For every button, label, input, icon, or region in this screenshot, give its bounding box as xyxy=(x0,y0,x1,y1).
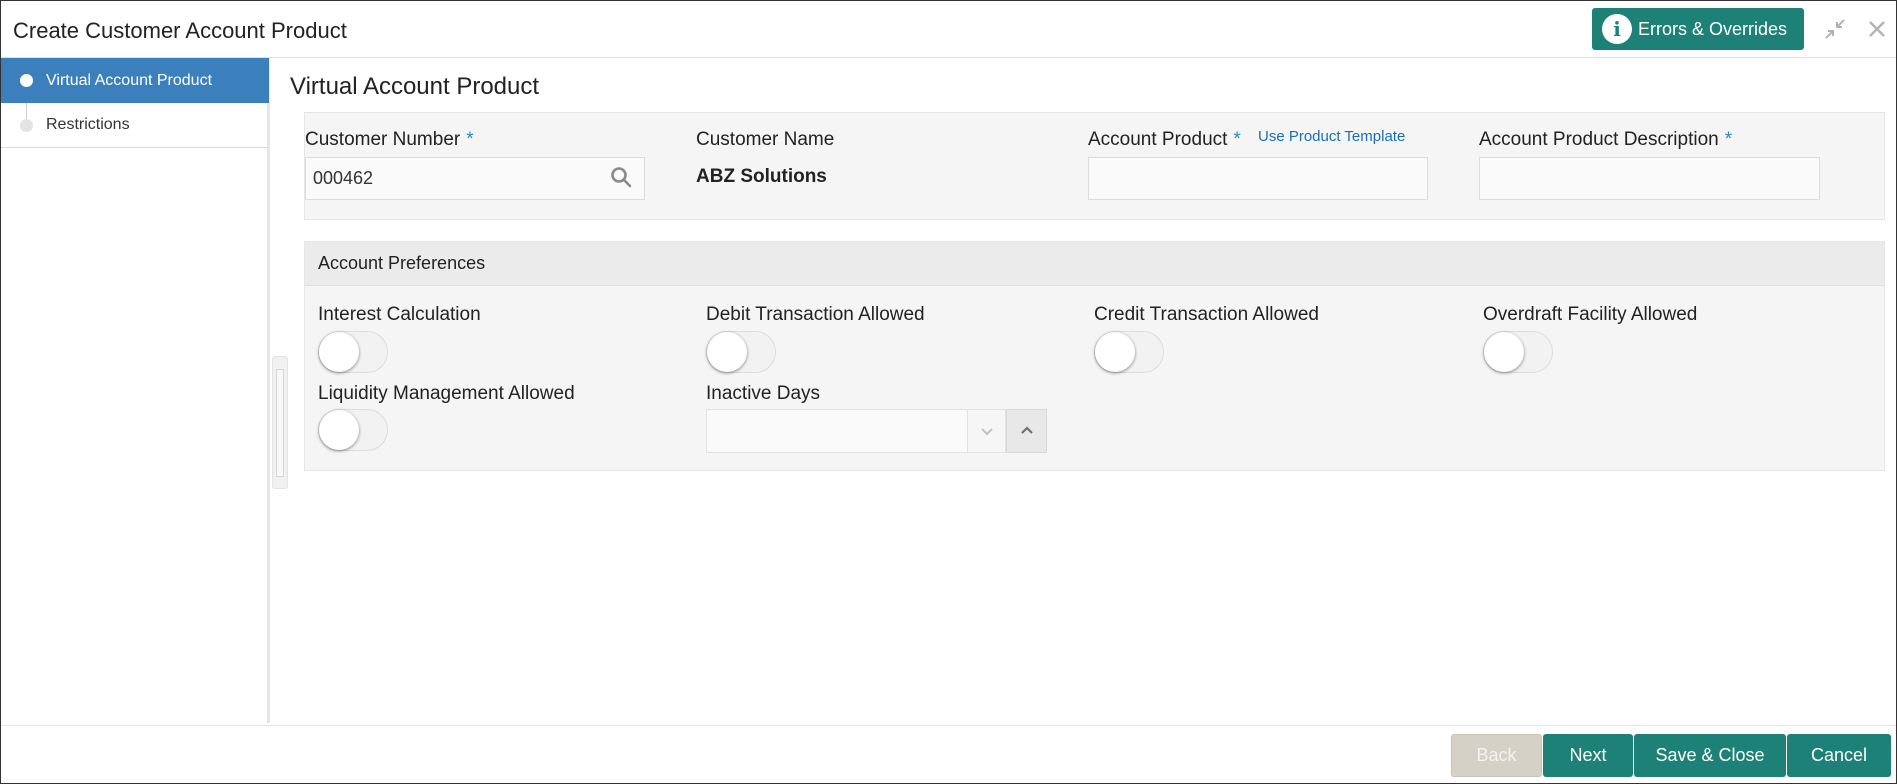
chevron-down-icon xyxy=(980,428,993,436)
step-dot-icon xyxy=(20,118,33,132)
info-icon: i xyxy=(1602,14,1632,44)
interest-calculation-toggle[interactable] xyxy=(318,331,388,373)
account-product-label: Account Product * xyxy=(1088,129,1241,150)
back-button[interactable]: Back xyxy=(1451,734,1542,777)
close-icon[interactable] xyxy=(1865,17,1889,41)
customer-name-label: Customer Name xyxy=(696,129,835,150)
sidebar-item-label: Restrictions xyxy=(46,116,130,133)
create-account-window: Create Customer Account Product i Errors… xyxy=(0,0,1897,784)
step-dot-icon xyxy=(20,74,33,87)
save-close-button[interactable]: Save & Close xyxy=(1634,734,1786,777)
use-product-template-link[interactable]: Use Product Template xyxy=(1258,128,1405,145)
sidebar-item-label: Virtual Account Product xyxy=(46,71,213,89)
overdraft-facility-allowed-toggle[interactable] xyxy=(1483,331,1553,373)
customer-number-label: Customer Number * xyxy=(305,129,474,150)
required-mark: * xyxy=(466,129,474,150)
search-icon[interactable] xyxy=(609,165,633,189)
overdraft-facility-allowed-label: Overdraft Facility Allowed xyxy=(1483,304,1698,325)
inactive-days-label: Inactive Days xyxy=(706,383,821,404)
customer-name-value: ABZ Solutions xyxy=(696,166,827,187)
errors-overrides-button[interactable]: i Errors & Overrides xyxy=(1592,8,1804,50)
required-mark: * xyxy=(1724,129,1733,150)
increment-button[interactable] xyxy=(1006,409,1047,453)
inactive-days-input[interactable] xyxy=(706,409,968,453)
decrement-button[interactable] xyxy=(968,409,1006,453)
liquidity-management-allowed-toggle[interactable] xyxy=(318,409,388,451)
window-header: Create Customer Account Product i Errors… xyxy=(1,1,1896,58)
window-title: Create Customer Account Product xyxy=(13,18,347,43)
next-button[interactable]: Next xyxy=(1543,734,1633,777)
account-product-description-input[interactable] xyxy=(1479,157,1820,200)
toggle-knob xyxy=(319,410,359,450)
inactive-days-stepper xyxy=(706,409,1047,453)
sidebar-item-virtual-account-product[interactable]: Virtual Account Product xyxy=(1,58,269,103)
toggle-knob xyxy=(319,332,359,372)
toggle-knob xyxy=(1484,332,1524,372)
required-mark: * xyxy=(1233,129,1241,150)
resize-grip xyxy=(276,369,284,477)
errors-overrides-label: Errors & Overrides xyxy=(1638,18,1788,39)
customer-number-input[interactable] xyxy=(305,157,645,200)
collapse-icon[interactable] xyxy=(1823,17,1847,41)
chevron-up-icon xyxy=(1020,426,1033,434)
interest-calculation-label: Interest Calculation xyxy=(318,304,481,325)
credit-transaction-allowed-label: Credit Transaction Allowed xyxy=(1094,304,1319,325)
debit-transaction-allowed-label: Debit Transaction Allowed xyxy=(706,304,925,325)
toggle-knob xyxy=(1095,332,1135,372)
sidebar-resize-handle[interactable] xyxy=(272,356,288,489)
account-preferences-header: Account Preferences xyxy=(305,242,1884,286)
step-sidebar: Virtual Account Product Restrictions xyxy=(1,58,270,723)
liquidity-management-allowed-label: Liquidity Management Allowed xyxy=(318,383,575,404)
account-product-description-label: Account Product Description * xyxy=(1479,129,1733,150)
toggle-knob xyxy=(707,332,747,372)
sidebar-item-restrictions[interactable]: Restrictions xyxy=(1,103,269,148)
debit-transaction-allowed-toggle[interactable] xyxy=(706,331,776,373)
credit-transaction-allowed-toggle[interactable] xyxy=(1094,331,1164,373)
account-product-input[interactable] xyxy=(1088,157,1428,200)
section-title: Virtual Account Product xyxy=(290,73,540,100)
cancel-button[interactable]: Cancel xyxy=(1787,734,1891,777)
